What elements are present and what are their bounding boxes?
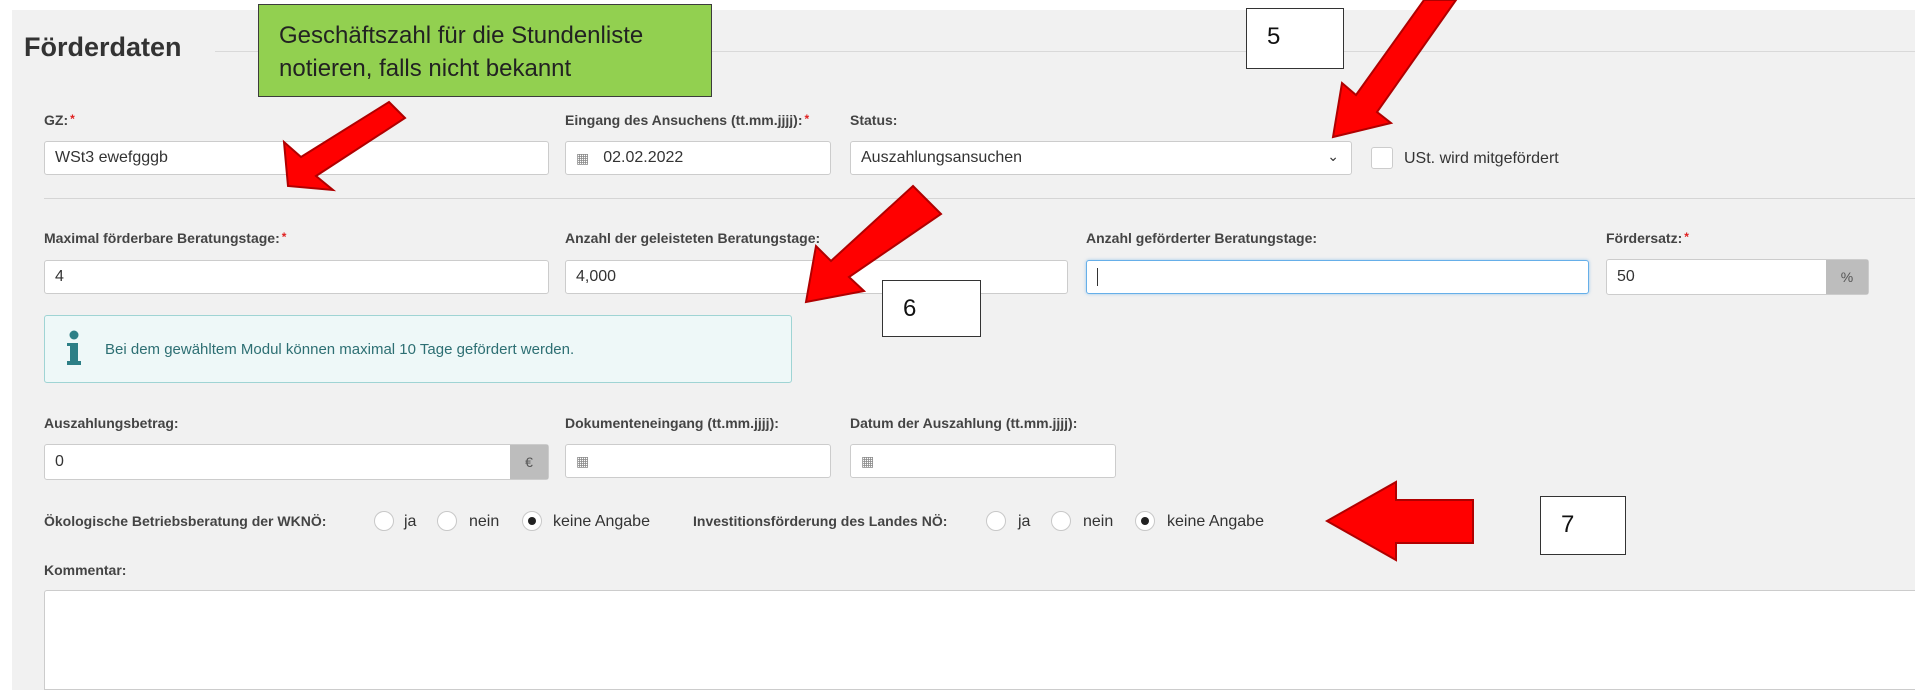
annotation-arrows <box>282 0 1474 562</box>
red-arrow-icon <box>804 184 943 304</box>
red-arrow-icon <box>1331 0 1458 139</box>
red-arrow-icon <box>282 100 407 192</box>
page-frame: Förderdaten GZ: * WSt3 ewefgggb Eingang d… <box>0 0 1915 690</box>
red-arrow-icon <box>1324 480 1474 562</box>
